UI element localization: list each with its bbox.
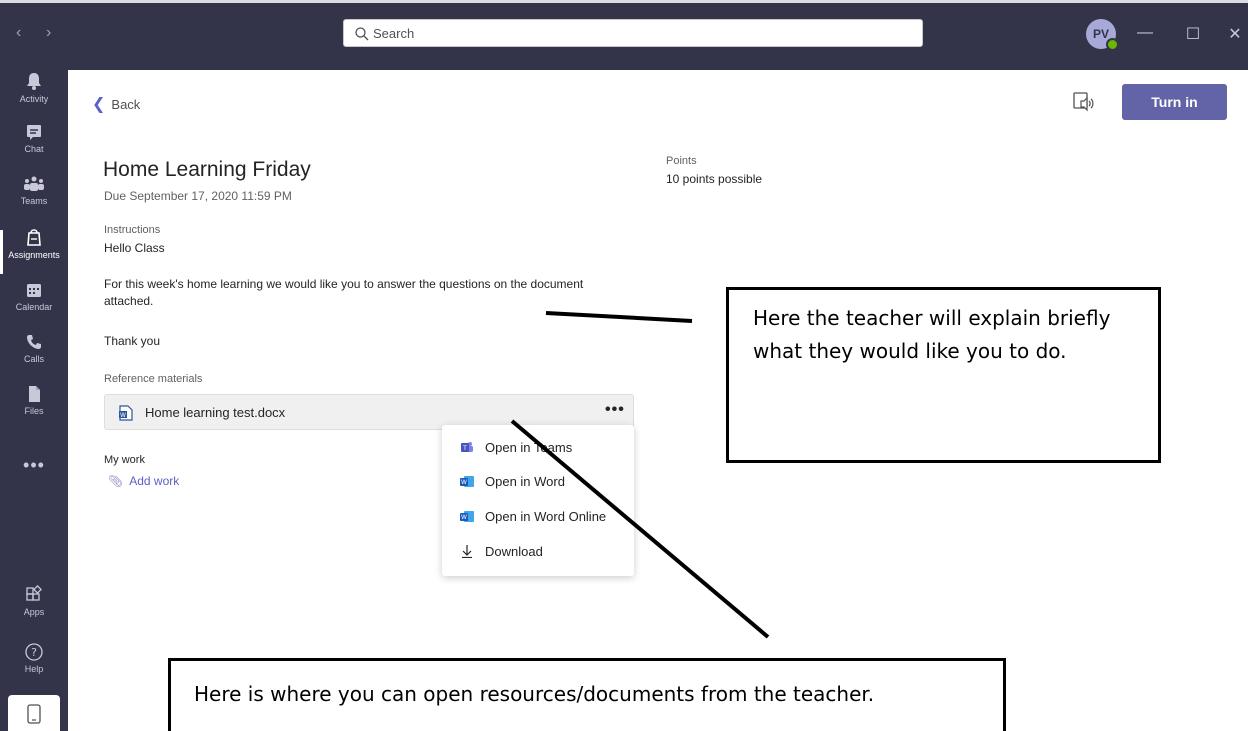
rail-label: Chat bbox=[24, 144, 44, 154]
rail-item-teams[interactable]: Teams bbox=[0, 174, 68, 226]
rail-label: Calls bbox=[23, 354, 44, 364]
calendar-icon bbox=[27, 284, 41, 297]
avatar-initials: PV bbox=[1092, 27, 1109, 41]
close-icon[interactable]: ✕ bbox=[1225, 24, 1245, 44]
menu-item-open-in-word-online[interactable]: W Open in Word Online bbox=[442, 500, 634, 534]
presence-available-icon bbox=[1106, 38, 1119, 51]
nav-back-icon[interactable]: ‹ bbox=[16, 24, 21, 42]
phone-icon bbox=[27, 335, 41, 349]
points-label: Points bbox=[666, 155, 697, 167]
bell-icon bbox=[27, 73, 41, 90]
search-input[interactable]: Search bbox=[343, 19, 923, 47]
menu-item-download[interactable]: Download bbox=[442, 535, 634, 569]
teams-icon bbox=[24, 176, 44, 191]
points-value: 10 points possible bbox=[666, 172, 763, 186]
rail-item-files[interactable]: Files bbox=[0, 384, 68, 436]
svg-text:?: ? bbox=[31, 646, 37, 659]
rail-label: Calendar bbox=[15, 302, 53, 312]
rail-item-assignments[interactable]: Assignments bbox=[0, 226, 68, 278]
menu-item-label: Open in Word Online bbox=[485, 509, 607, 524]
maximize-icon[interactable]: ☐ bbox=[1183, 24, 1203, 44]
svg-text:T: T bbox=[462, 445, 467, 452]
assignments-icon bbox=[27, 229, 41, 246]
instructions-line: Thank you bbox=[104, 334, 161, 348]
rail-item-chat[interactable]: Chat bbox=[0, 122, 68, 174]
instructions-label: Instructions bbox=[104, 224, 161, 236]
my-work-label: My work bbox=[104, 454, 145, 466]
reference-materials-label: Reference materials bbox=[104, 373, 203, 385]
rail-item-help[interactable]: ? Help bbox=[0, 642, 68, 694]
back-label: Back bbox=[111, 97, 141, 112]
rail-label: Files bbox=[24, 406, 44, 416]
svg-text:W: W bbox=[461, 479, 467, 486]
turn-in-button[interactable]: Turn in bbox=[1122, 84, 1227, 120]
search-placeholder: Search bbox=[373, 26, 415, 41]
device-button[interactable] bbox=[8, 695, 60, 731]
word-icon: W bbox=[460, 476, 474, 487]
rail-item-activity[interactable]: Activity bbox=[0, 70, 68, 122]
rail-label: Assignments bbox=[8, 250, 60, 260]
active-indicator bbox=[0, 230, 3, 274]
due-date: Due September 17, 2020 11:59 PM bbox=[104, 189, 292, 203]
instructions-line: Hello Class bbox=[104, 241, 165, 255]
immersive-reader-icon[interactable] bbox=[1072, 90, 1096, 114]
annotation-callout-resources: Here is where you can open resources/doc… bbox=[168, 658, 1006, 731]
annotation-callout-instructions: Here the teacher will explain briefly wh… bbox=[726, 287, 1161, 463]
rail-item-apps[interactable]: Apps bbox=[0, 585, 68, 637]
app-rail: Activity Chat Teams Assignments Calendar… bbox=[0, 70, 68, 731]
apps-icon bbox=[26, 585, 42, 601]
avatar[interactable]: PV bbox=[1086, 19, 1119, 51]
help-icon: ? bbox=[25, 643, 43, 661]
download-icon bbox=[462, 545, 472, 558]
menu-item-label: Open in Word bbox=[485, 474, 565, 489]
attachment-name: Home learning test.docx bbox=[145, 405, 286, 420]
svg-text:W: W bbox=[461, 514, 467, 521]
rail-label: Help bbox=[24, 664, 44, 674]
search-icon bbox=[355, 27, 369, 41]
add-work-label: Add work bbox=[129, 474, 180, 488]
instructions-line: For this week's home learning we would l… bbox=[104, 277, 584, 308]
more-apps-icon[interactable]: ••• bbox=[0, 455, 68, 476]
chevron-left-icon: ❮ bbox=[92, 96, 106, 113]
menu-item-open-in-word[interactable]: W Open in Word bbox=[442, 465, 634, 499]
rail-item-calendar[interactable]: Calendar bbox=[0, 280, 68, 332]
menu-item-open-in-teams[interactable]: T Open in Teams bbox=[442, 431, 634, 465]
back-link[interactable]: ❮ Back bbox=[92, 94, 140, 114]
rail-label: Apps bbox=[23, 607, 45, 617]
mobile-device-icon bbox=[27, 704, 41, 724]
rail-label: Teams bbox=[20, 196, 48, 206]
add-work-button[interactable]: 📎︎ Add work bbox=[108, 474, 179, 488]
more-options-icon[interactable]: ••• bbox=[605, 401, 625, 419]
file-icon bbox=[29, 386, 40, 402]
teams-icon: T bbox=[461, 442, 473, 452]
svg-text:W: W bbox=[120, 412, 126, 419]
nav-forward-icon[interactable]: › bbox=[46, 24, 51, 42]
assignment-title: Home Learning Friday bbox=[103, 158, 311, 181]
menu-item-label: Open in Teams bbox=[485, 440, 573, 455]
minimize-icon[interactable]: — bbox=[1135, 24, 1155, 42]
title-bar: ‹ › Search PV — ☐ ✕ bbox=[0, 0, 1248, 70]
word-icon: W bbox=[460, 511, 474, 522]
word-doc-icon: W bbox=[119, 405, 133, 421]
paperclip-icon: 📎︎ bbox=[108, 474, 124, 488]
menu-item-label: Download bbox=[485, 544, 543, 559]
window-top-strip bbox=[0, 0, 1248, 3]
chat-icon bbox=[27, 125, 41, 140]
rail-item-calls[interactable]: Calls bbox=[0, 332, 68, 384]
callout-text: Here is where you can open resources/doc… bbox=[194, 682, 875, 706]
attachment-context-menu: T Open in Teams W Open in Word W Open in… bbox=[442, 425, 634, 576]
rail-label: Activity bbox=[19, 94, 49, 104]
callout-text: Here the teacher will explain briefly wh… bbox=[753, 306, 1111, 363]
teams-window: ‹ › Search PV — ☐ ✕ Activity Chat Teams bbox=[0, 0, 1248, 731]
